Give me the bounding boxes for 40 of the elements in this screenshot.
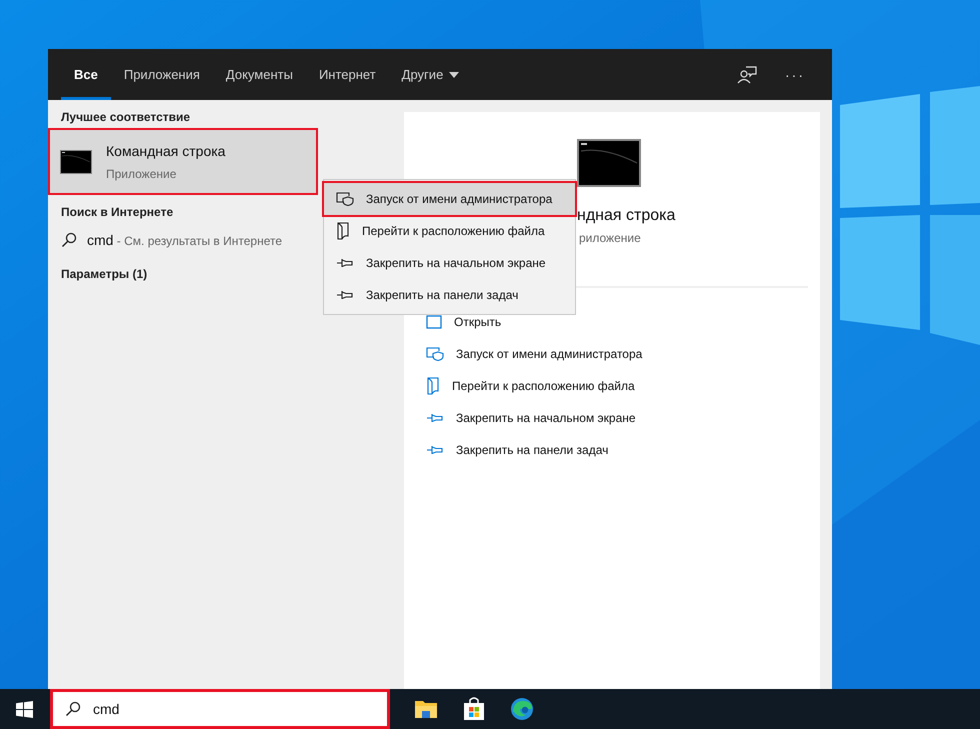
action-link[interactable]: Закрепить на панели задач [426,434,820,466]
windows-logo-icon [16,700,32,718]
filter-tab[interactable]: Все [61,49,111,100]
app-title: Командная строка [106,142,226,158]
search-box[interactable]: cmd [50,689,390,729]
search-icon [65,701,81,717]
app-type: Приложение [106,166,178,180]
filter-tab[interactable]: Другие [388,49,472,100]
more-button[interactable]: ··· [771,49,819,100]
pin-icon [426,444,444,456]
window-icon [426,315,442,329]
folder-icon [414,698,438,720]
console-icon [60,150,92,174]
filter-tab[interactable]: Приложения [110,49,213,100]
menu-item[interactable]: Запуск от имени администратора [324,183,575,215]
action-link[interactable]: Закрепить на начальном экране [426,402,820,434]
action-link[interactable]: Перейти к расположению файла [426,370,820,402]
menu-item[interactable]: Перейти к расположению файла [324,215,575,247]
web-result-link[interactable]: cmd - См. результаты в Интернете [87,232,282,248]
pin-icon [336,289,354,301]
menu-item[interactable]: Закрепить на начальном экране [324,247,575,279]
filter-tab[interactable]: Документы [212,49,306,100]
pin-icon [426,412,444,424]
shield-icon [426,347,444,361]
document-icon [336,222,350,240]
section-heading: Поиск в Интернете [60,204,174,221]
app-type: риложение [579,231,641,245]
section-heading: Лучшее соответствие [60,109,192,126]
shield-icon [336,192,354,206]
document-icon [426,377,440,395]
pin-icon [336,257,354,269]
best-match-item[interactable]: Командная строка Приложение [48,128,318,195]
browser-icon [510,697,534,721]
search-icon [61,232,77,248]
app-title: ндная строка [577,207,676,225]
shopping-bag-icon [463,697,485,721]
filter-tab[interactable]: Интернет [306,49,389,100]
action-link[interactable]: Запуск от имени администратора [426,338,820,370]
search-field[interactable]: cmd [93,694,353,724]
person-speech-icon [737,66,757,84]
